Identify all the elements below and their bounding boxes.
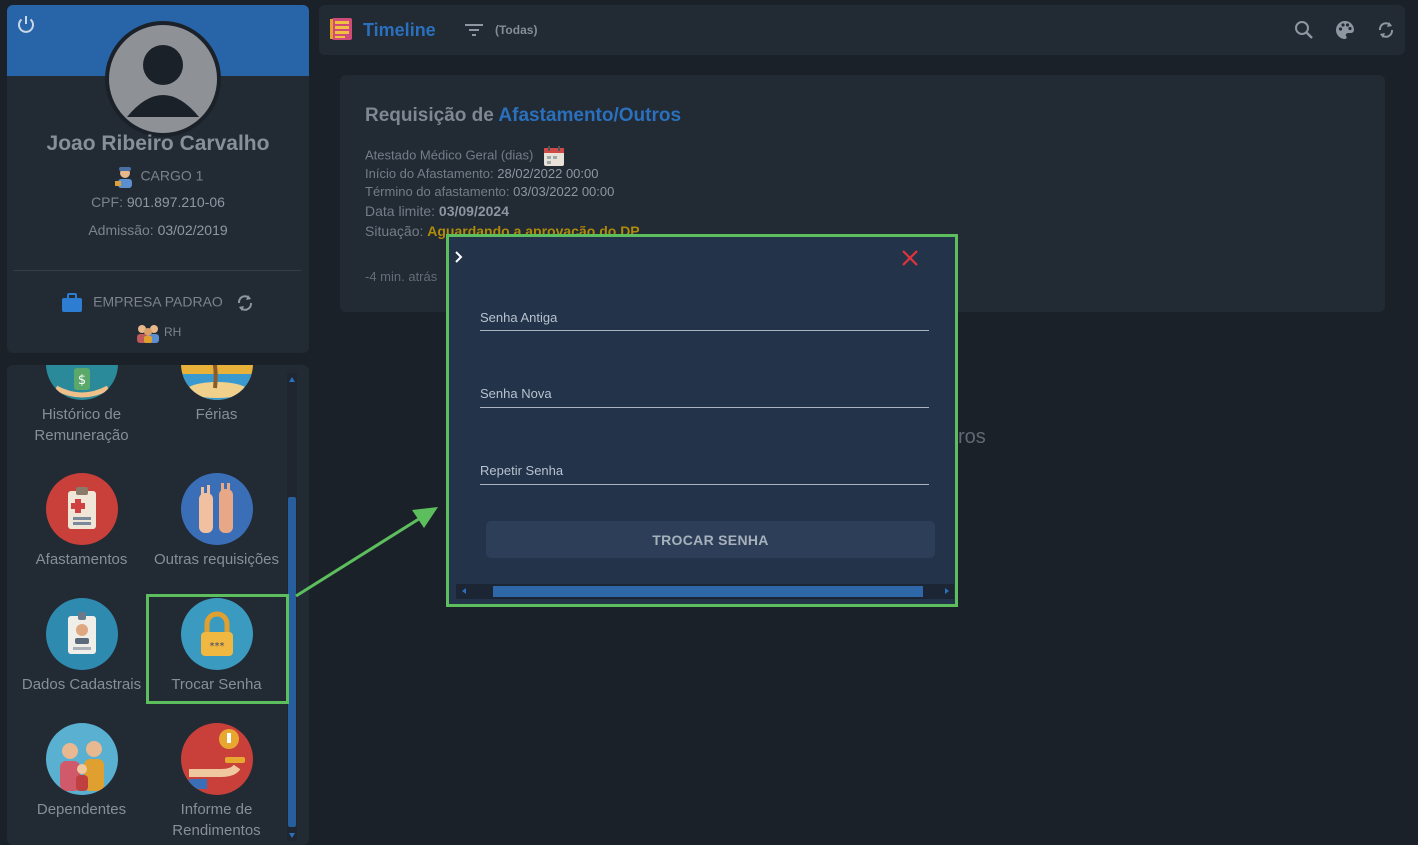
scroll-left-icon[interactable] xyxy=(462,588,466,594)
modal-scroll-thumb[interactable] xyxy=(493,586,923,597)
repeat-password-field[interactable] xyxy=(480,484,929,485)
close-icon[interactable] xyxy=(900,248,920,268)
annotation-highlight xyxy=(146,594,289,704)
old-password-label: Senha Antiga xyxy=(480,310,558,325)
scroll-right-icon[interactable] xyxy=(945,588,949,594)
change-password-modal: Senha Antiga Senha Nova Repetir Senha TR… xyxy=(449,237,955,604)
change-password-button[interactable]: TROCAR SENHA xyxy=(486,521,935,558)
modal-horizontal-scrollbar[interactable] xyxy=(456,584,954,599)
new-password-field[interactable] xyxy=(480,407,929,408)
repeat-password-label: Repetir Senha xyxy=(480,463,564,478)
new-password-label: Senha Nova xyxy=(480,386,552,401)
old-password-field[interactable] xyxy=(480,330,929,331)
chevron-right-icon[interactable] xyxy=(455,250,463,263)
